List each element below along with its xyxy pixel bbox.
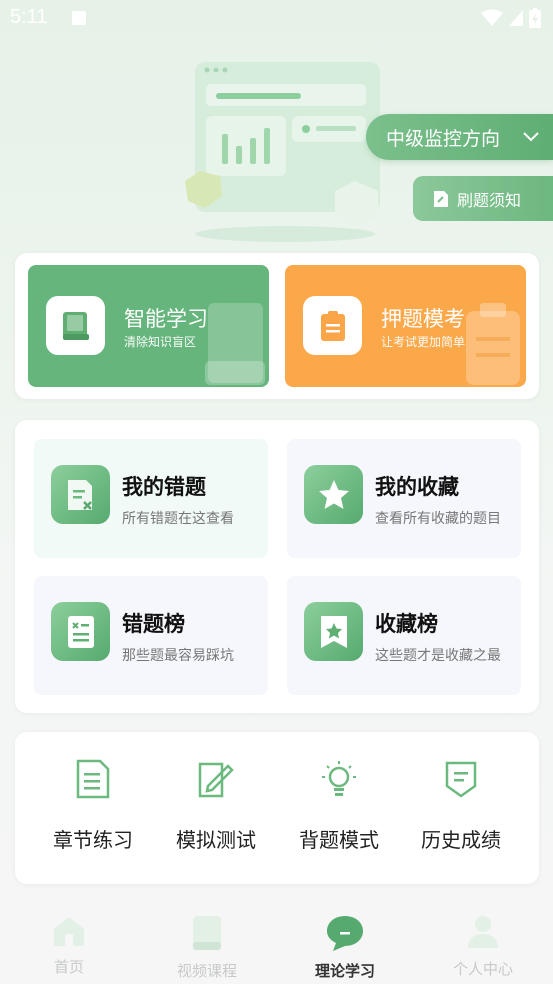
my-favorites-card[interactable]: 我的收藏 查看所有收藏的题目 [287,439,521,558]
tab-label: 视频课程 [176,962,237,980]
book-decoration-icon [205,303,265,385]
clipboard-icon [320,310,345,341]
dashboard-illustration [185,62,380,242]
mistake-doc-icon [67,479,92,510]
feature-panel: 智能学习 清除知识盲区 押题模考 让考试更加简单 [15,253,539,399]
card-subtitle: 让考试更加简单 [381,335,466,349]
mistake-ranking-card[interactable]: 错题榜 那些题最容易踩坑 [34,576,268,695]
notification-icon [72,11,86,25]
direction-selector[interactable]: 中级监控方向 [366,114,553,160]
mock-exam-card[interactable]: 押题模考 让考试更加简单 [285,265,526,387]
chat-icon [327,916,363,951]
bookmark-star-icon [320,615,347,648]
battery-icon [529,8,541,28]
card-title: 我的错题 [122,475,206,499]
card-subtitle: 这些题才是收藏之最 [375,648,501,664]
direction-label: 中级监控方向 [386,127,501,150]
notice-label: 刷题须知 [457,190,522,210]
tab-label: 理论学习 [314,962,375,980]
hero-banner: 中级监控方向 刷题须知 [0,36,553,246]
book-icon [62,311,89,340]
clipboard-icon-box [303,296,362,355]
mock-test-tool[interactable]: 模拟测试 [161,754,271,853]
card-title: 我的收藏 [375,475,459,499]
ranking-icon-box [51,602,110,661]
shield-icon [445,761,477,798]
tool-label: 章节练习 [53,828,133,852]
tool-label: 历史成绩 [421,828,501,852]
favorite-icon-box [304,465,363,524]
tab-home[interactable]: 首页 [14,914,124,977]
notice-button[interactable]: 刷题须知 [413,176,553,221]
card-subtitle: 查看所有收藏的题目 [375,511,501,527]
tools-panel: 章节练习 模拟测试 背题模式 历史成绩 [15,732,539,884]
bottom-tab-bar: 首页 视频课程 理论学习 个人中心 [0,904,553,984]
status-time: 5:11 [10,6,48,28]
chapter-practice-tool[interactable]: 章节练习 [38,754,148,853]
card-subtitle: 那些题最容易踩坑 [122,648,234,664]
card-title: 错题榜 [122,612,185,636]
chevron-down-icon [523,132,539,142]
tab-label: 个人中心 [452,960,513,978]
wifi-icon [481,9,503,26]
book-icon-box [46,296,105,355]
bookmark-icon-box [304,602,363,661]
card-title: 押题模考 [381,307,465,331]
tool-label: 背题模式 [299,828,379,852]
tab-profile[interactable]: 个人中心 [428,914,538,979]
card-title: 收藏榜 [375,612,438,636]
home-icon [54,917,84,946]
document-icon [434,190,448,207]
clipboard-decoration-icon [466,303,520,385]
tab-theory[interactable]: 理论学习 [290,914,400,981]
tab-video[interactable]: 视频课程 [152,914,262,981]
favorite-ranking-card[interactable]: 收藏榜 这些题才是收藏之最 [287,576,521,695]
smart-study-card[interactable]: 智能学习 清除知识盲区 [28,265,269,387]
card-subtitle: 清除知识盲区 [124,335,197,349]
signal-icon [509,10,523,26]
list-doc-icon [67,615,94,648]
my-mistakes-card[interactable]: 我的错题 所有错题在这查看 [34,439,268,558]
status-icons [481,8,541,28]
history-score-tool[interactable]: 历史成绩 [406,754,516,853]
edit-icon [198,762,234,798]
lightbulb-icon [322,761,356,796]
status-bar: 5:11 [0,0,553,36]
card-title: 智能学习 [124,307,208,331]
document-icon [76,759,110,799]
card-subtitle: 所有错题在这查看 [122,511,234,527]
tab-label: 首页 [53,958,84,976]
practice-panel: 我的错题 所有错题在这查看 我的收藏 查看所有收藏的题目 错题榜 那些题最容易踩… [15,420,539,713]
star-icon [318,479,349,509]
user-icon [468,916,498,948]
memorize-mode-tool[interactable]: 背题模式 [284,754,394,853]
tool-label: 模拟测试 [176,828,256,852]
book-icon [193,916,221,950]
mistake-icon-box [51,465,110,524]
